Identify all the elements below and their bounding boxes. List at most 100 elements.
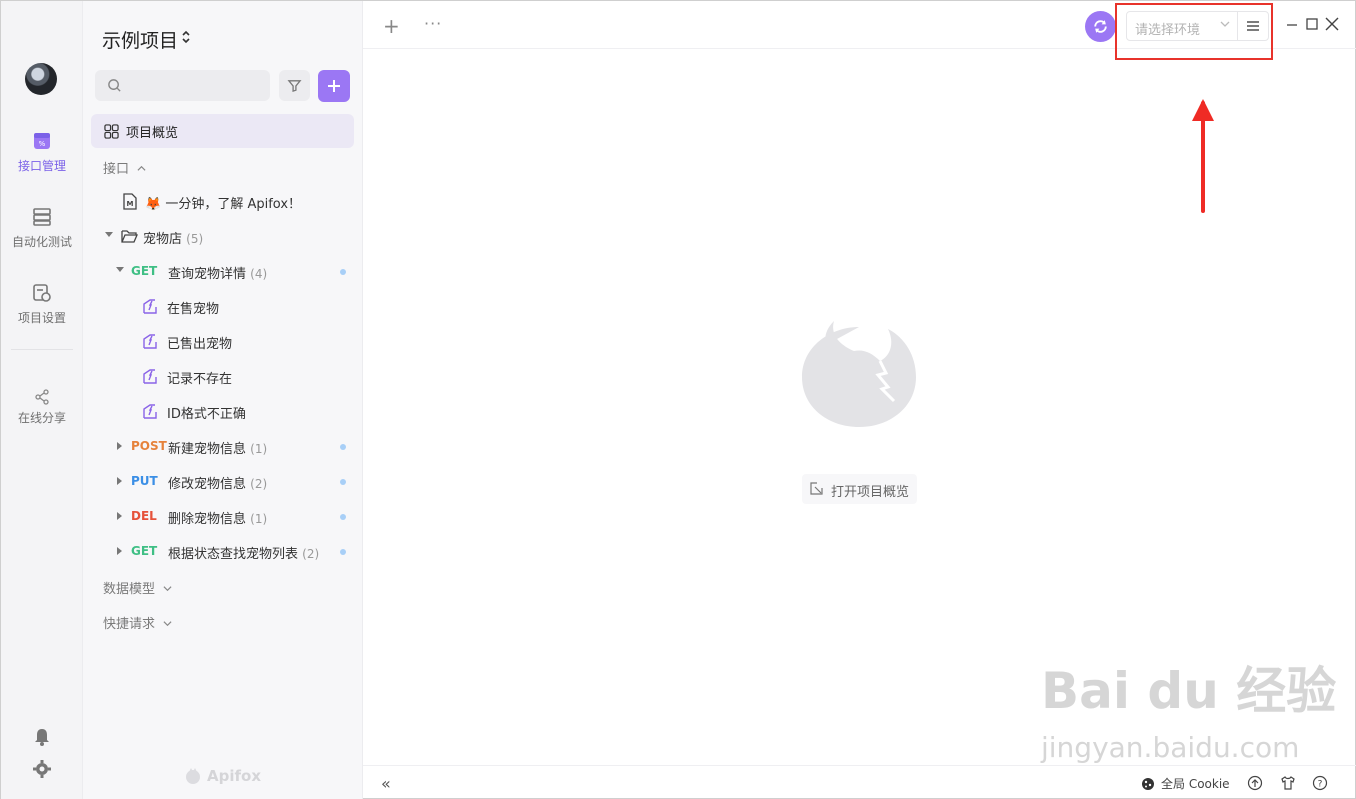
section-quick-label: 快捷请求 — [103, 617, 156, 632]
shirt-theme-icon[interactable] — [1280, 775, 1296, 791]
filter-button[interactable] — [279, 70, 310, 101]
filter-icon — [287, 80, 302, 93]
status-dot — [340, 269, 346, 275]
section-quick-requests[interactable]: 快捷请求 — [103, 613, 172, 632]
folder-name: 宠物店 — [143, 232, 183, 247]
rail-item-api-management[interactable]: % 接口管理 — [1, 131, 83, 174]
test-case-item[interactable]: 已售出宠物 — [83, 324, 363, 359]
maximize-icon[interactable] — [1305, 17, 1319, 31]
open-overview-button[interactable]: 打开项目概览 — [802, 474, 917, 504]
sync-button[interactable] — [1085, 11, 1116, 42]
endpoint-name: 新建宠物信息 — [168, 442, 247, 457]
endpoint-name: 删除宠物信息 — [168, 512, 247, 527]
method-badge: POST — [131, 439, 167, 453]
endpoint-count: (2) — [302, 547, 320, 561]
project-switch-icon[interactable] — [181, 29, 191, 45]
open-overview-label: 打开项目概览 — [831, 485, 910, 500]
baidu-watermark: Bai du 经验 — [1041, 662, 1337, 720]
chevron-down-icon — [163, 621, 172, 627]
endpoint-label: 查询宠物详情 (4) — [168, 263, 267, 282]
status-dot — [340, 479, 346, 485]
section-models-label: 数据模型 — [103, 582, 156, 597]
global-cookie-button[interactable]: 全局 Cookie — [1141, 775, 1230, 792]
test-case-label: 已售出宠物 — [167, 337, 233, 352]
test-case-icon — [143, 299, 157, 314]
rail-item-project-settings[interactable]: 项目设置 — [1, 283, 83, 326]
project-settings-icon — [33, 284, 51, 302]
method-badge: GET — [131, 544, 158, 558]
intro-doc-item[interactable]: M 🦊 一分钟，了解 Apifox！ — [83, 184, 363, 219]
test-case-item[interactable]: ID格式不正确 — [83, 394, 363, 429]
automation-test-icon — [33, 208, 51, 226]
folder-count: (5) — [186, 232, 204, 246]
caret-down-icon[interactable] — [116, 267, 124, 272]
new-tab-button[interactable]: + — [383, 16, 400, 36]
rail-label: 项目设置 — [17, 311, 66, 325]
minimize-icon[interactable] — [1285, 17, 1299, 31]
help-icon[interactable]: ? — [1312, 775, 1328, 791]
api-sidebar: 示例项目 项目概览 接口 M 🦊 一分钟，了解 Apifox！ 宠物店 (5) … — [83, 1, 363, 799]
method-badge: DEL — [131, 509, 157, 523]
status-dot — [340, 444, 346, 450]
rail-item-automation-test[interactable]: 自动化测试 — [1, 207, 83, 250]
baidu-watermark-url: jingyan.baidu.com — [1041, 731, 1300, 764]
annotation-highlight-box — [1115, 3, 1273, 60]
share-icon — [35, 389, 49, 405]
left-rail: % 接口管理 自动化测试 项目设置 在线分享 — [1, 1, 83, 799]
endpoint-item[interactable]: GET 查询宠物详情 (4) — [83, 254, 363, 289]
endpoint-count: (1) — [250, 442, 268, 456]
test-case-item[interactable]: 在售宠物 — [83, 289, 363, 324]
overview-label: 项目概览 — [126, 126, 179, 141]
apifox-window: % 接口管理 自动化测试 项目设置 在线分享 示例项目 项目概览 接口 M 🦊 … — [0, 0, 1356, 799]
caret-right-icon[interactable] — [117, 477, 122, 485]
close-icon[interactable] — [1325, 17, 1339, 31]
project-overview-item[interactable]: 项目概览 — [91, 114, 354, 148]
endpoint-count: (4) — [250, 267, 268, 281]
bell-icon[interactable] — [32, 727, 52, 747]
section-api-label: 接口 — [103, 162, 130, 177]
add-button[interactable] — [318, 70, 350, 102]
search-input[interactable] — [95, 70, 270, 101]
endpoint-item[interactable]: DEL 删除宠物信息 (1) — [83, 499, 363, 534]
method-badge: GET — [131, 264, 158, 278]
endpoint-item[interactable]: PUT 修改宠物信息 (2) — [83, 464, 363, 499]
section-models[interactable]: 数据模型 — [103, 578, 172, 597]
rail-item-share[interactable]: 在线分享 — [1, 389, 83, 426]
endpoint-label: 删除宠物信息 (1) — [168, 508, 267, 527]
caret-down-icon[interactable] — [105, 232, 113, 237]
section-api[interactable]: 接口 — [103, 158, 146, 177]
rail-label: 接口管理 — [17, 159, 66, 173]
avatar[interactable] — [25, 63, 57, 95]
caret-right-icon[interactable] — [117, 547, 122, 555]
caret-right-icon[interactable] — [117, 512, 122, 520]
test-case-icon — [143, 369, 157, 384]
project-title[interactable]: 示例项目 — [102, 26, 178, 53]
more-tabs-button[interactable]: ··· — [424, 14, 442, 33]
gear-icon[interactable] — [32, 759, 52, 779]
collapse-sidebar-button[interactable]: « — [381, 774, 391, 793]
caret-right-icon[interactable] — [117, 442, 122, 450]
grid-icon — [104, 124, 119, 139]
rail-label: 自动化测试 — [11, 235, 72, 249]
upload-icon[interactable] — [1247, 775, 1263, 791]
folder-pet-store[interactable]: 宠物店 (5) — [83, 219, 363, 254]
status-dot — [340, 514, 346, 520]
endpoint-item[interactable]: POST 新建宠物信息 (1) — [83, 429, 363, 464]
test-case-icon — [143, 404, 157, 419]
rail-divider — [11, 349, 73, 350]
svg-text:%: % — [39, 140, 46, 148]
endpoint-item[interactable]: GET 根据状态查找宠物列表 (2) — [83, 534, 363, 569]
status-dot — [340, 549, 346, 555]
apifox-empty-logo-icon — [802, 321, 916, 427]
markdown-doc-icon: M — [123, 193, 137, 210]
open-link-icon — [810, 482, 823, 495]
intro-doc-label: 🦊 一分钟，了解 Apifox！ — [145, 197, 302, 212]
test-case-item[interactable]: 记录不存在 — [83, 359, 363, 394]
endpoint-name: 根据状态查找宠物列表 — [168, 547, 299, 562]
cookie-label: 全局 Cookie — [1161, 777, 1230, 791]
apifox-logo-icon — [186, 768, 200, 784]
test-case-label: 在售宠物 — [167, 302, 220, 317]
cookie-icon — [1142, 778, 1154, 790]
test-case-label: ID格式不正确 — [167, 407, 246, 422]
endpoint-label: 新建宠物信息 (1) — [168, 438, 267, 457]
